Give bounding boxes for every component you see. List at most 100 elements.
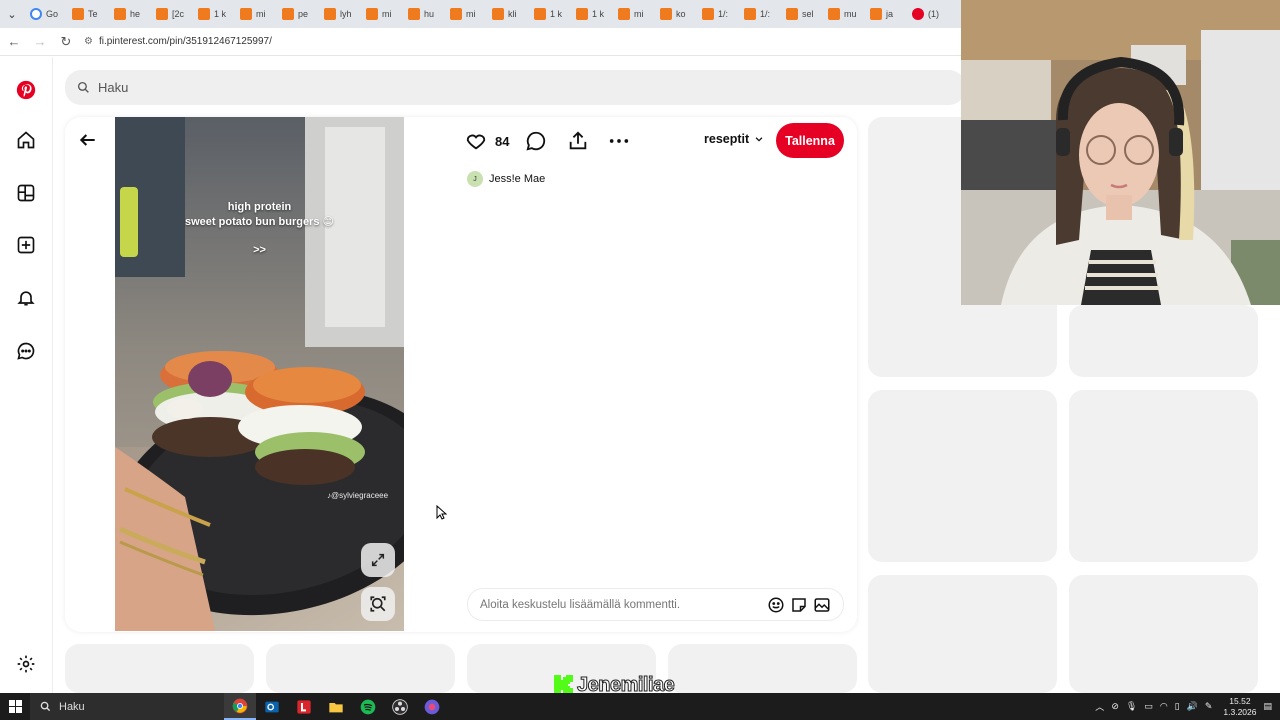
image-upload-icon[interactable] <box>813 596 831 614</box>
volume-icon[interactable]: 🔊 <box>1187 701 1198 712</box>
browser-tab[interactable]: sel <box>780 3 820 25</box>
forward-arrow-icon[interactable]: → <box>28 30 52 54</box>
visual-search-icon[interactable] <box>361 587 395 621</box>
pinterest-sidebar <box>0 57 53 693</box>
browser-tab-label: 1 k <box>550 9 563 19</box>
share-icon[interactable] <box>567 128 589 154</box>
save-button[interactable]: Tallenna <box>776 123 844 158</box>
battery-icon[interactable]: ▯ <box>1175 701 1180 712</box>
browser-tab[interactable]: he <box>108 3 148 25</box>
like-button[interactable]: 84 <box>465 128 509 154</box>
expand-icon[interactable] <box>361 543 395 577</box>
overlay-caption-line2: sweet potato bun burgers 😊 <box>185 216 334 228</box>
taskbar-clock[interactable]: 15.52 1.3.2026 <box>1223 696 1256 718</box>
browser-tab[interactable]: kli <box>486 3 526 25</box>
microphone-icon[interactable]: 🎙 <box>1126 701 1137 712</box>
browser-tab[interactable]: ko <box>654 3 694 25</box>
outlook-app-icon[interactable] <box>256 693 288 720</box>
board-selector[interactable]: reseptit <box>704 132 764 146</box>
browser-tab-label: mi <box>256 9 266 19</box>
browser-tab-label: 1/: <box>760 9 771 19</box>
placeholder-pin <box>65 644 254 693</box>
orange-app-icon <box>492 8 504 20</box>
home-icon[interactable] <box>13 127 39 153</box>
browser-tab[interactable]: Go <box>24 3 64 25</box>
windows-taskbar: Haku ︿ ⊘ 🎙 ▭ ◠ ▯ 🔊 ✎ 15.52 1.3.2026 ▤ <box>0 693 1280 720</box>
browser-tab[interactable]: 1 k <box>570 3 610 25</box>
browser-tab[interactable]: mi <box>234 3 274 25</box>
create-icon[interactable] <box>13 232 39 258</box>
sticker-icon[interactable] <box>790 596 808 614</box>
streaming-app-icon[interactable] <box>416 693 448 720</box>
like-count: 84 <box>495 133 510 149</box>
comment-icon[interactable] <box>525 128 547 154</box>
pin-image[interactable]: high protein sweet potato bun burgers 😊 … <box>115 117 404 631</box>
comment-input[interactable]: Aloita keskustelu lisäämällä kommentti. <box>467 588 844 621</box>
browser-tab[interactable]: pe <box>276 3 316 25</box>
emoji-icon[interactable] <box>767 596 785 614</box>
browser-tab[interactable]: mi <box>612 3 652 25</box>
author-link[interactable]: J Jess!e Mae <box>467 171 545 187</box>
chrome-app-icon[interactable] <box>224 693 256 720</box>
spotify-icon[interactable] <box>352 693 384 720</box>
tab-search-chevron-icon[interactable]: ⌄ <box>0 0 24 28</box>
obs-app-icon[interactable] <box>384 693 416 720</box>
orange-app-icon <box>576 8 588 20</box>
browser-tab[interactable]: mi <box>444 3 484 25</box>
back-arrow-icon[interactable]: ← <box>2 30 26 54</box>
browser-tab-label: pe <box>298 9 309 19</box>
reload-icon[interactable]: ↻ <box>54 30 78 54</box>
messages-icon[interactable] <box>13 338 39 364</box>
back-arrow-icon[interactable] <box>76 128 100 152</box>
browser-tab-label: sel <box>802 9 814 19</box>
browser-tab[interactable]: ja <box>864 3 904 25</box>
search-input[interactable]: Haku <box>65 70 965 105</box>
windows-start-icon[interactable] <box>0 693 30 720</box>
explore-icon[interactable] <box>13 180 39 206</box>
settings-gear-icon[interactable] <box>13 651 39 677</box>
browser-tab-label: Te <box>88 9 98 19</box>
file-explorer-icon[interactable] <box>320 693 352 720</box>
browser-tab[interactable]: lyh <box>318 3 358 25</box>
browser-tab[interactable]: (1) <box>906 3 946 25</box>
browser-tab[interactable]: mi <box>360 3 400 25</box>
orange-app-icon <box>198 8 210 20</box>
heart-icon <box>466 134 486 150</box>
browser-tab-label: mi <box>382 9 392 19</box>
placeholder-pin <box>1069 390 1258 562</box>
browser-tab-label: he <box>130 9 141 19</box>
orange-app-icon <box>114 8 126 20</box>
pinterest-logo-icon[interactable] <box>13 77 39 103</box>
browser-tab[interactable]: 1 k <box>192 3 232 25</box>
browser-tab[interactable]: Te <box>66 3 106 25</box>
orange-app-icon <box>660 8 672 20</box>
site-info-icon[interactable]: ⚙ <box>84 36 93 47</box>
google-icon <box>30 8 42 20</box>
orange-app-icon <box>702 8 714 20</box>
notifications-bell-icon[interactable] <box>13 285 39 311</box>
placeholder-pin <box>1069 575 1258 693</box>
chevron-up-icon[interactable]: ︿ <box>1095 700 1104 713</box>
more-options-icon[interactable] <box>608 128 630 154</box>
browser-tab[interactable]: 1/: <box>738 3 778 25</box>
author-avatar: J <box>467 171 483 187</box>
taskbar-search-label: Haku <box>59 700 85 713</box>
clock-time: 15.52 <box>1229 695 1251 706</box>
browser-tab[interactable]: 1 k <box>528 3 568 25</box>
browser-tab-label: (1) <box>928 9 939 19</box>
browser-tab[interactable]: hu <box>402 3 442 25</box>
monitor-icon[interactable]: ▭ <box>1144 701 1153 712</box>
browser-tab[interactable]: [2c <box>150 3 190 25</box>
comment-placeholder: Aloita keskustelu lisäämällä kommentti. <box>480 598 681 611</box>
pen-icon[interactable]: ✎ <box>1205 701 1213 712</box>
notification-icon[interactable]: ▤ <box>1263 701 1272 712</box>
network-off-icon[interactable]: ⊘ <box>1111 701 1119 712</box>
browser-tab-label: 1/: <box>718 9 729 19</box>
browser-tab[interactable]: 1/: <box>696 3 736 25</box>
taskbar-search[interactable]: Haku <box>30 693 224 720</box>
placeholder-pin <box>266 644 455 693</box>
red-app-icon[interactable] <box>288 693 320 720</box>
browser-tab[interactable]: mu <box>822 3 862 25</box>
overlay-arrows: >> <box>253 244 266 256</box>
wifi-icon[interactable]: ◠ <box>1160 701 1168 712</box>
